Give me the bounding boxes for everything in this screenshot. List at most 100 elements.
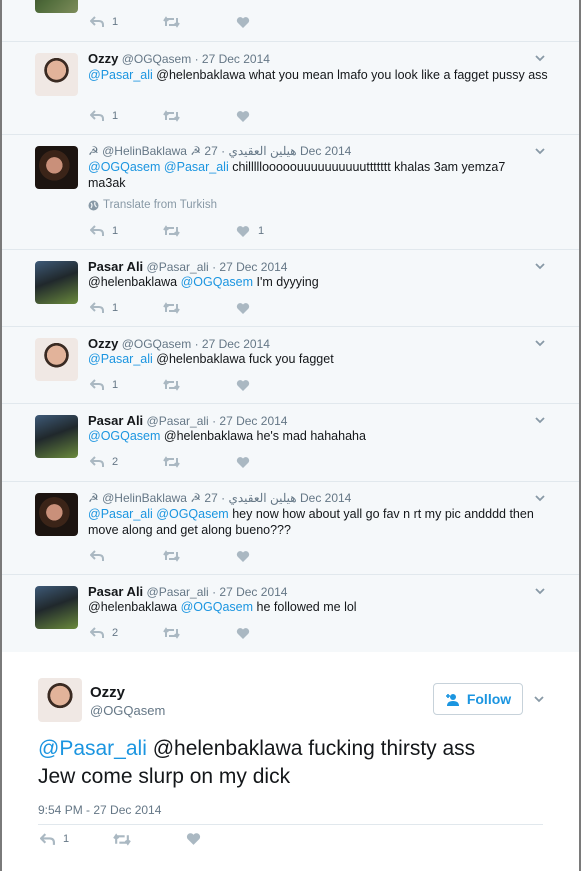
like-button[interactable] [236,15,250,29]
reply-button[interactable]: 2 [90,626,118,640]
author-name[interactable]: ☭ @HelinBaklawa ☭ هيلين العقيدي [88,491,297,505]
window-border-left [0,0,2,871]
tweet-actions: 1 [90,109,290,123]
retweet-button[interactable] [163,549,180,563]
translate-link[interactable]: Translate from Turkish [88,199,217,211]
chevron-down-icon[interactable] [535,53,545,63]
author-name[interactable]: Ozzy [88,51,118,66]
avatar[interactable] [35,261,78,304]
conversation-frame: 1 Ozzy @OGQasem · 27 Dec 2014 @Pasar_ali… [0,0,581,871]
avatar[interactable] [38,678,82,722]
author-handle[interactable]: @Pasar_ali [147,414,209,428]
author-name[interactable]: Pasar Ali [88,259,143,274]
mention-link[interactable]: @OGQasem [181,600,253,614]
author-name[interactable]: Pasar Ali [88,413,143,428]
tweet-item[interactable]: ☭ @HelinBaklawa ☭ هيلين العقيدي · 27 Dec… [2,482,579,575]
mention-link[interactable]: @OGQasem [88,429,160,443]
avatar[interactable] [35,53,78,96]
tweet-timestamp[interactable]: 9:54 PM - 27 Dec 2014 [38,803,161,817]
tweet-text-body: move along and get along bueno??? [88,523,291,537]
mention-link[interactable]: @OGQasem [88,160,160,174]
tweet-date[interactable]: · 27 Dec 2014 [212,585,287,599]
tweet-item[interactable]: Pasar Ali @Pasar_ali · 27 Dec 2014 @hele… [2,250,579,327]
retweet-button[interactable] [163,15,180,29]
reply-button[interactable] [90,549,104,563]
avatar[interactable] [35,0,78,13]
like-button[interactable] [236,378,250,392]
avatar[interactable] [35,586,78,629]
mention-link[interactable]: @Pasar_ali [38,737,147,760]
like-icon [236,456,250,468]
divider [38,824,543,825]
reply-button[interactable]: 1 [90,224,118,238]
tweet-text-body: I'm dyyying [253,275,319,289]
tweet-text: @OGQasem @Pasar_ali chilllllooooouuuuuuu… [88,159,528,191]
chevron-down-icon[interactable] [535,261,545,271]
author-handle[interactable]: @Pasar_ali [147,585,209,599]
like-button[interactable] [236,109,250,123]
like-button[interactable] [236,301,250,315]
author-handle[interactable]: @OGQasem [122,52,192,66]
chevron-down-icon[interactable] [535,338,545,348]
chevron-down-icon[interactable] [535,493,545,503]
tweet-date[interactable]: · 27 Dec 2014 [212,414,287,428]
reply-button[interactable]: 1 [40,832,69,846]
chevron-down-icon[interactable] [535,586,545,596]
reply-button[interactable]: 2 [90,455,118,469]
retweet-button[interactable] [163,378,180,392]
tweet-date[interactable]: · 27 Dec 2014 [195,52,270,66]
tweet-text-body: @helenbaklawa [88,275,181,289]
author-name[interactable]: Ozzy [90,684,125,701]
author-name[interactable]: Ozzy [88,336,118,351]
reply-button[interactable]: 1 [90,301,118,315]
like-button[interactable] [186,832,201,846]
reply-count: 1 [112,110,119,122]
follow-person-icon [445,693,459,706]
mention-link[interactable]: @Pasar_ali [88,68,153,82]
tweet-item[interactable]: ☭ @HelinBaklawa ☭ هيلين العقيدي · 27 Dec… [2,135,579,250]
tweet-text-body: @helenbaklawa [88,600,181,614]
tweet-item[interactable]: 1 [2,0,579,42]
avatar[interactable] [35,415,78,458]
like-button[interactable] [236,549,250,563]
like-button[interactable] [236,626,250,640]
chevron-down-icon[interactable] [535,146,545,156]
mention-link[interactable]: @Pasar_ali [88,507,153,521]
tweet-header: ☭ @HelinBaklawa ☭ هيلين العقيدي · 27 Dec… [88,144,351,158]
retweet-button[interactable] [163,109,180,123]
author-name[interactable]: ☭ @HelinBaklawa ☭ هيلين العقيدي [88,144,297,158]
reply-button[interactable]: 1 [90,378,118,392]
author-name[interactable]: Pasar Ali [88,584,143,599]
tweet-date[interactable]: · 27 Dec 2014 [195,337,270,351]
mention-link[interactable]: @OGQasem [156,507,228,521]
tweet-item[interactable]: Pasar Ali @Pasar_ali · 27 Dec 2014 @hele… [2,575,579,652]
avatar[interactable] [35,493,78,536]
follow-button[interactable]: Follow [433,683,523,715]
chevron-down-icon[interactable] [534,694,544,704]
retweet-button[interactable] [163,455,180,469]
retweet-button[interactable] [163,301,180,315]
retweet-button[interactable] [163,626,180,640]
tweet-item[interactable]: Ozzy @OGQasem · 27 Dec 2014 @Pasar_ali @… [2,327,579,404]
retweet-button[interactable] [163,224,180,238]
author-handle[interactable]: @OGQasem [122,337,192,351]
tweet-actions: 2 [90,455,290,469]
mention-link[interactable]: @OGQasem [181,275,253,289]
like-button[interactable]: 1 [236,224,264,238]
like-icon [236,627,250,639]
mention-link[interactable]: @Pasar_ali [88,352,153,366]
chevron-down-icon[interactable] [535,415,545,425]
mention-link[interactable]: @Pasar_ali [164,160,229,174]
like-icon [236,16,250,28]
reply-button[interactable]: 1 [90,109,118,123]
tweet-date[interactable]: · 27 Dec 2014 [212,260,287,274]
reply-button[interactable]: 1 [90,15,118,29]
tweet-item[interactable]: Pasar Ali @Pasar_ali · 27 Dec 2014 @OGQa… [2,404,579,482]
like-button[interactable] [236,455,250,469]
author-handle[interactable]: @Pasar_ali [147,260,209,274]
tweet-item[interactable]: Ozzy @OGQasem · 27 Dec 2014 @Pasar_ali @… [2,42,579,135]
retweet-button[interactable] [113,832,131,846]
author-handle[interactable]: @OGQasem [90,703,165,718]
avatar[interactable] [35,146,78,189]
avatar[interactable] [35,338,78,381]
